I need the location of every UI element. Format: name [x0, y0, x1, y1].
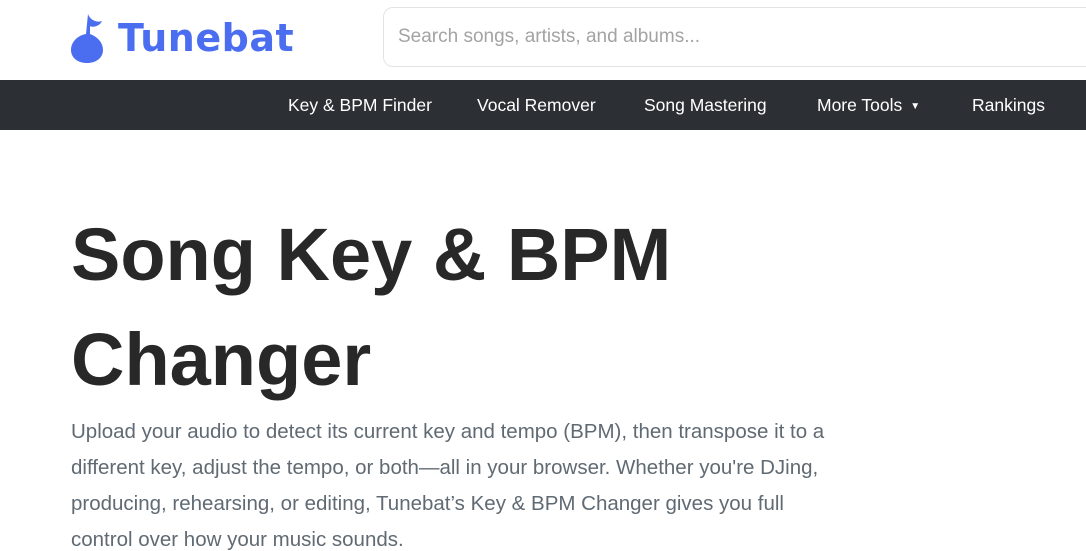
nav-item-label: Rankings: [972, 95, 1045, 115]
music-note-icon: [71, 14, 103, 63]
page-title: Song Key & BPM Changer: [71, 213, 672, 401]
nav-item-label: More Tools: [817, 95, 903, 115]
nav-item-label: Key & BPM Finder: [288, 95, 432, 115]
brand-name: Tunebat: [118, 16, 295, 60]
nav-item-label: Vocal Remover: [477, 95, 596, 115]
main-nav: Key & BPM Finder Vocal Remover Song Mast…: [0, 80, 1086, 130]
main-content: Song Key & BPM Changer Upload your audio…: [0, 130, 1086, 551]
intro-paragraph: Upload your audio to detect its current …: [71, 420, 825, 551]
nav-item-song-mastering[interactable]: Song Mastering: [644, 80, 767, 130]
nav-item-rankings[interactable]: Rankings: [972, 80, 1045, 130]
nav-item-vocal-remover[interactable]: Vocal Remover: [477, 80, 596, 130]
nav-item-key-bpm-finder[interactable]: Key & BPM Finder: [288, 80, 432, 130]
logo-link[interactable]: Tunebat: [70, 12, 294, 64]
site-header: Tunebat: [0, 0, 1086, 80]
caret-down-icon: ▼: [910, 101, 921, 112]
nav-item-more-tools[interactable]: More Tools ▼: [817, 80, 920, 130]
nav-item-label: Song Mastering: [644, 95, 767, 115]
search-input[interactable]: [383, 7, 1086, 67]
